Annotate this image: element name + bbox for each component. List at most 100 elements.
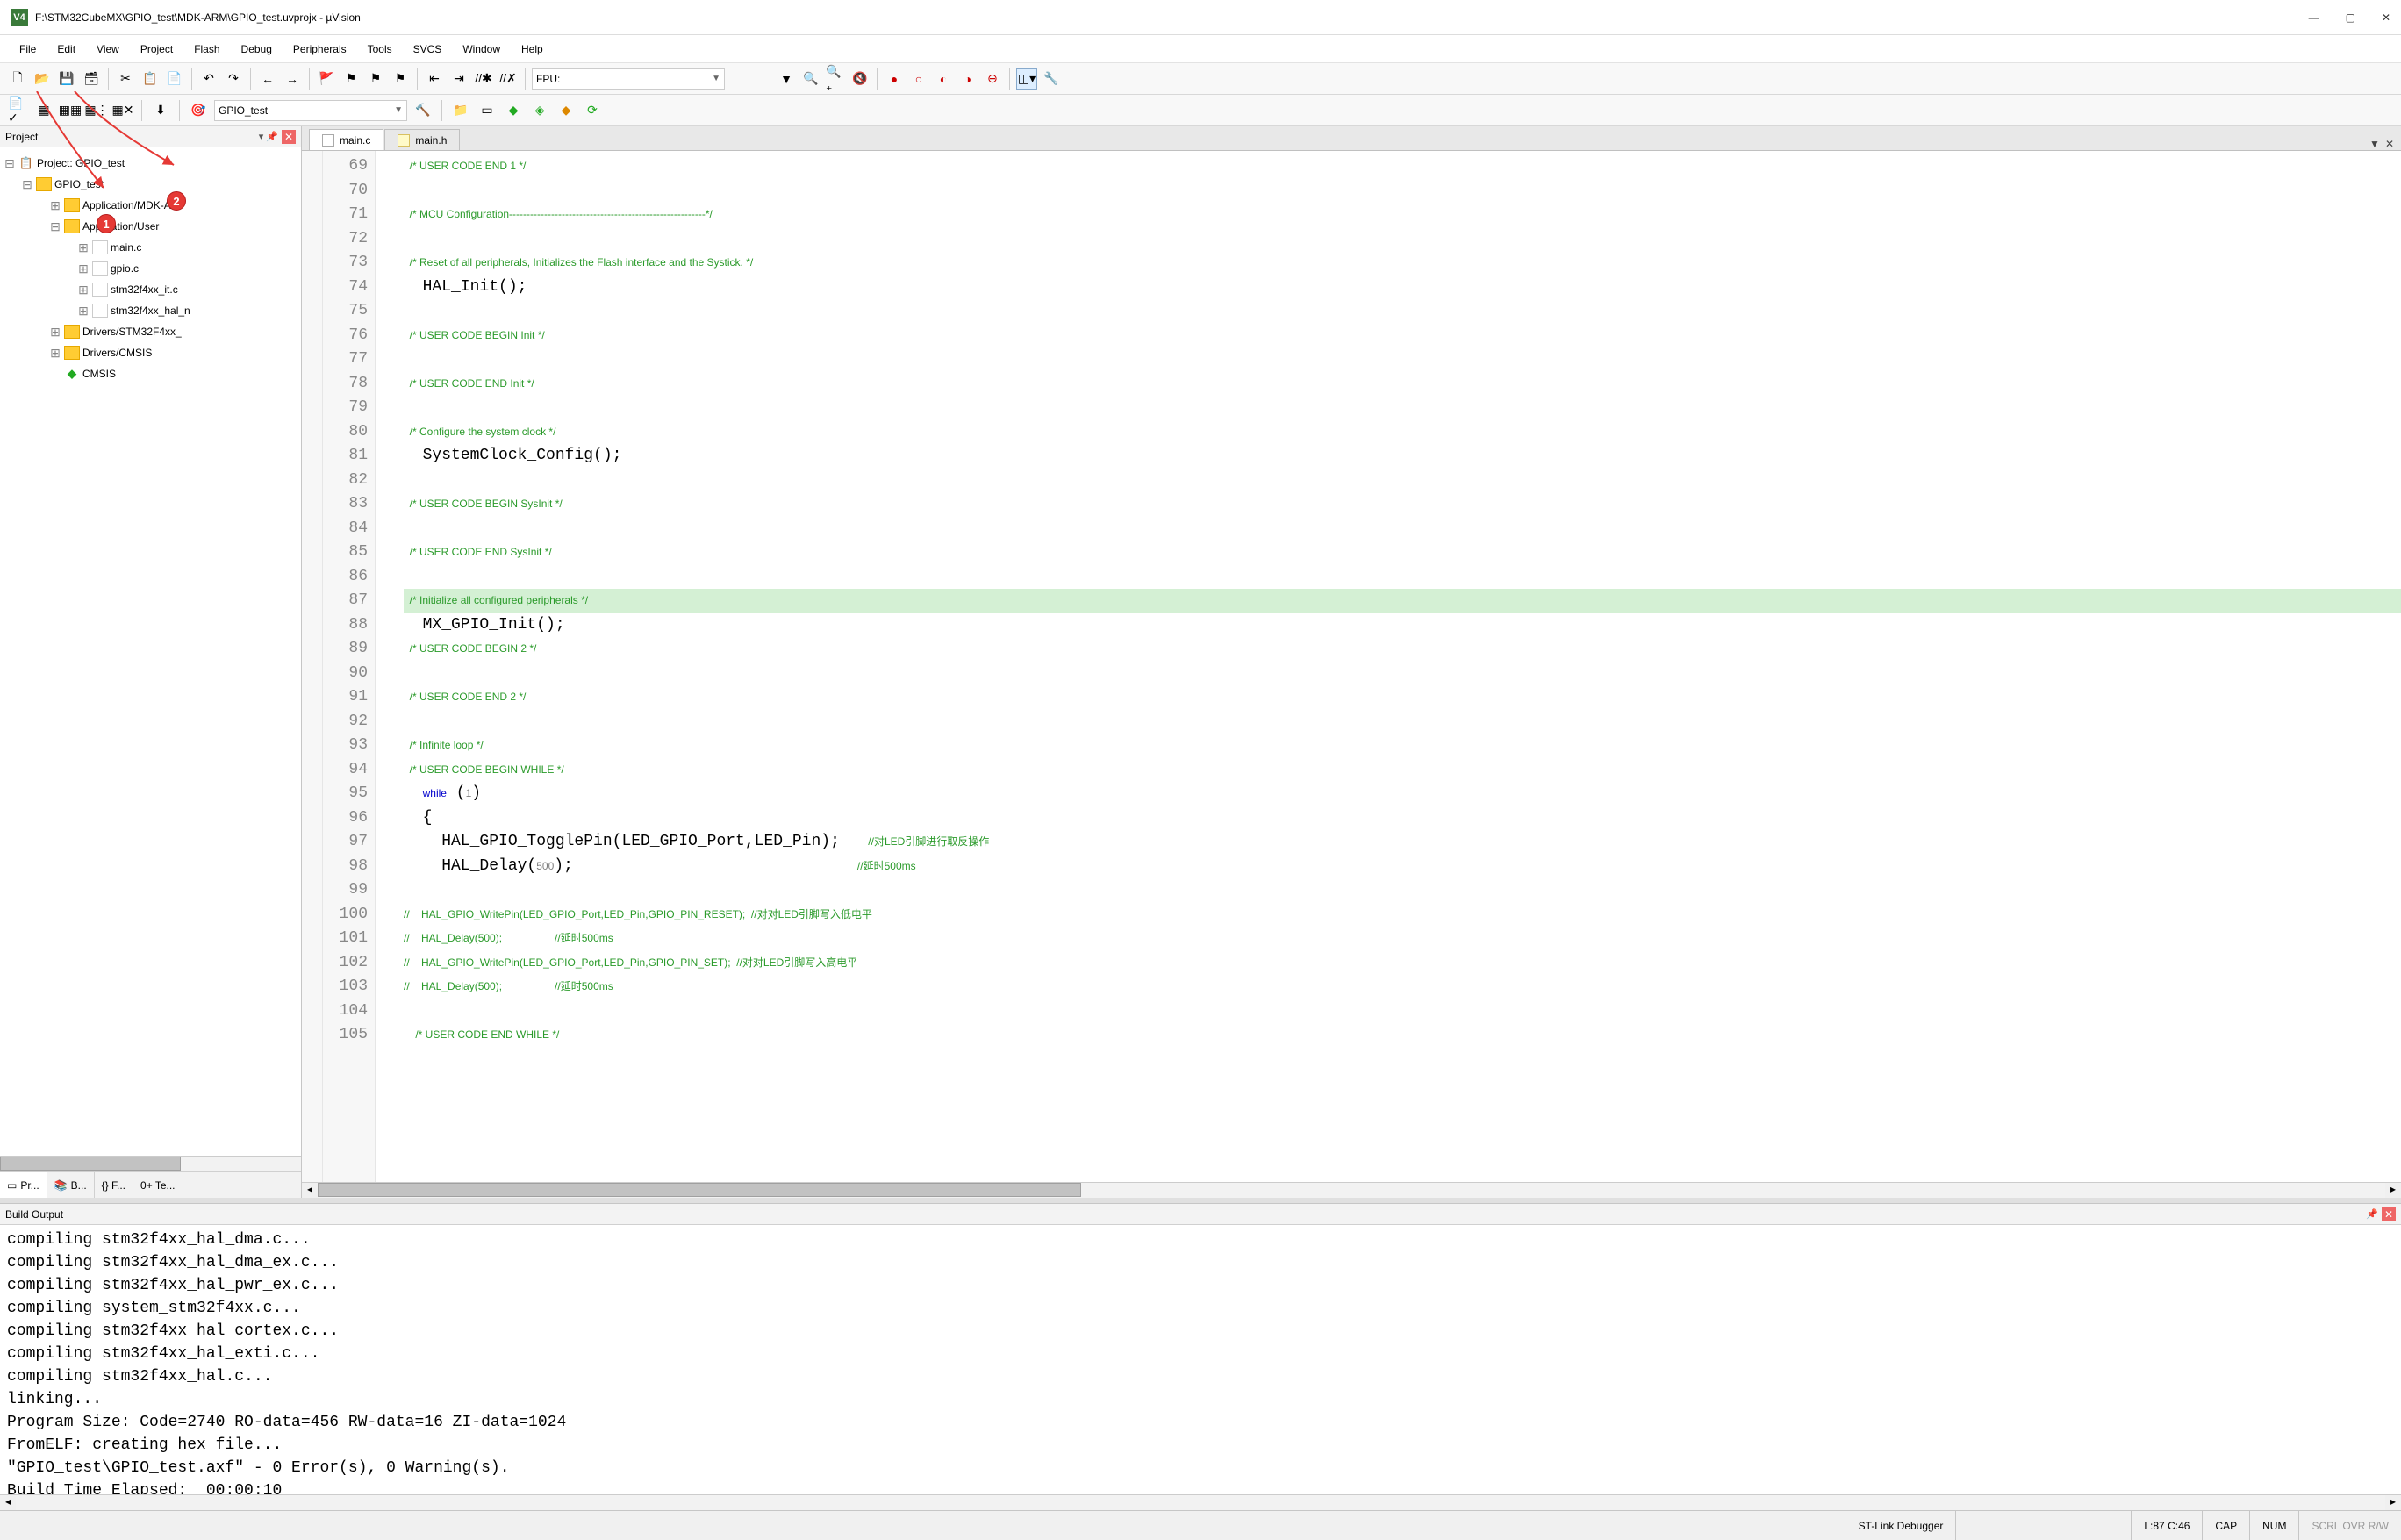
stop-build-btn[interactable]: ▦✕ [112, 100, 133, 121]
tab-list-btn[interactable]: ▼ [2369, 138, 2380, 150]
close-tab-btn[interactable]: ✕ [2385, 138, 2394, 150]
options-btn[interactable]: 🔨 [412, 100, 434, 121]
menu-flash[interactable]: Flash [185, 39, 228, 59]
close-pane-btn[interactable]: ✕ [282, 130, 296, 144]
target-options-btn[interactable]: 🎯 [188, 100, 209, 121]
twisty-icon[interactable]: ⊟ [4, 156, 16, 171]
twisty-icon[interactable]: ⊟ [21, 177, 33, 192]
menu-project[interactable]: Project [132, 39, 182, 59]
twisty-icon[interactable]: ⊞ [77, 240, 90, 255]
fpu-select[interactable]: FPU: ▼ [532, 68, 725, 90]
twisty-icon[interactable]: ⊞ [49, 198, 61, 213]
twisty-icon[interactable]: ⊞ [77, 304, 90, 319]
pin-icon[interactable]: ▾ 📌 [259, 131, 278, 142]
debug-start-btn[interactable]: ● [884, 68, 905, 90]
find-dropdown-btn[interactable]: ▼ [776, 68, 797, 90]
project-tab-functions[interactable]: {} F... [95, 1172, 133, 1198]
disable-bp-btn[interactable]: ◑ [957, 68, 978, 90]
build-btn[interactable]: ▦ [33, 100, 54, 121]
window-btn[interactable]: ◫▾ [1016, 68, 1037, 90]
insert-bp-btn[interactable]: ○ [908, 68, 929, 90]
copy-btn[interactable]: 📋 [140, 68, 161, 90]
menu-view[interactable]: View [88, 39, 128, 59]
pin-icon[interactable]: 📌 [2366, 1208, 2378, 1220]
menu-peripherals[interactable]: Peripherals [284, 39, 355, 59]
nav-back-btn[interactable]: ← [257, 68, 278, 90]
kill-bp-btn[interactable]: ⊖ [982, 68, 1003, 90]
batch-build-btn[interactable]: ▦⋮ [86, 100, 107, 121]
translate-btn[interactable]: 📄✓ [7, 100, 28, 121]
download-btn[interactable]: ⬇ [150, 100, 171, 121]
tree-group-mdk[interactable]: ⊞ Application/MDK-A [4, 195, 297, 216]
build-hscroll[interactable]: ◂▸ [0, 1494, 2401, 1510]
select-pack-btn[interactable]: ◈ [529, 100, 550, 121]
paste-btn[interactable]: 📄 [164, 68, 185, 90]
menu-edit[interactable]: Edit [48, 39, 84, 59]
nav-fwd-btn[interactable]: → [282, 68, 303, 90]
tree-group-drivers-stm[interactable]: ⊞ Drivers/STM32F4xx_ [4, 321, 297, 342]
pack-install-btn[interactable]: ◆ [555, 100, 577, 121]
tree-root[interactable]: ⊟ 📋 Project: GPIO_test [4, 153, 297, 174]
undo-btn[interactable]: ↶ [198, 68, 219, 90]
new-btn[interactable]: 🗋 [7, 68, 28, 90]
find-btn[interactable]: 🔍 [800, 68, 821, 90]
open-btn[interactable]: 📂 [32, 68, 53, 90]
menu-file[interactable]: File [11, 39, 45, 59]
fold-margin[interactable] [376, 151, 391, 1182]
maximize-button[interactable]: ▢ [2346, 11, 2355, 24]
tree-file-gpio[interactable]: ⊞ gpio.c [4, 258, 297, 279]
file-tab-main-h[interactable]: main.h [384, 129, 460, 150]
cut-btn[interactable]: ✂ [115, 68, 136, 90]
bookmark-prev-btn[interactable]: ⚑ [340, 68, 362, 90]
editor-hscroll[interactable]: ◂ ▸ [302, 1182, 2401, 1198]
project-tab-templates[interactable]: 0+ Te... [133, 1172, 183, 1198]
project-tab-books[interactable]: 📚B... [47, 1172, 95, 1198]
config-btn[interactable]: 🔧 [1041, 68, 1062, 90]
build-output-text[interactable]: compiling stm32f4xx_hal_dma.c... compili… [0, 1225, 2401, 1494]
twisty-icon[interactable]: ⊞ [77, 261, 90, 276]
bookmark-next-btn[interactable]: ⚑ [365, 68, 386, 90]
comment-btn[interactable]: //✱ [473, 68, 494, 90]
find-in-files-btn[interactable]: 🔍₊ [825, 68, 846, 90]
twisty-icon[interactable]: ⊟ [49, 219, 61, 234]
save-all-btn[interactable]: 🗃 [81, 68, 102, 90]
tree-file-haln[interactable]: ⊞ stm32f4xx_hal_n [4, 300, 297, 321]
bookmark-clear-btn[interactable]: ⚑ [390, 68, 411, 90]
bookmark-btn[interactable]: 🚩 [316, 68, 337, 90]
project-hscroll[interactable] [0, 1156, 301, 1171]
rebuild-btn[interactable]: ▦▦ [60, 100, 81, 121]
tree-target[interactable]: ⊟ GPIO_test [4, 174, 297, 195]
manage-btn[interactable]: ▭ [477, 100, 498, 121]
indent-right-btn[interactable]: ⇥ [448, 68, 469, 90]
minimize-button[interactable]: — [2309, 11, 2319, 24]
enable-bp-btn[interactable]: ◐ [933, 68, 954, 90]
save-btn[interactable]: 💾 [56, 68, 77, 90]
close-pane-btn[interactable]: ✕ [2382, 1207, 2396, 1221]
menu-debug[interactable]: Debug [233, 39, 281, 59]
menu-window[interactable]: Window [454, 39, 509, 59]
incremental-find-btn[interactable]: 🔇 [849, 68, 871, 90]
menu-svcs[interactable]: SVCS [405, 39, 451, 59]
reload-pack-btn[interactable]: ⟳ [582, 100, 603, 121]
close-button[interactable]: ✕ [2382, 11, 2390, 24]
tree-group-cmsis[interactable]: ⊞ ◆ CMSIS [4, 363, 297, 384]
tree-file-main[interactable]: ⊞ main.c [4, 237, 297, 258]
twisty-icon[interactable]: ⊞ [77, 283, 90, 297]
indent-left-btn[interactable]: ⇤ [424, 68, 445, 90]
file-ext-btn[interactable]: 📁 [450, 100, 471, 121]
redo-btn[interactable]: ↷ [223, 68, 244, 90]
twisty-icon[interactable]: ⊞ [49, 325, 61, 340]
marker-margin[interactable] [302, 151, 323, 1182]
project-tree[interactable]: ⊟ 📋 Project: GPIO_test ⊟ GPIO_test ⊞ App… [0, 147, 301, 1156]
menu-tools[interactable]: Tools [359, 39, 401, 59]
twisty-icon[interactable]: ⊞ [49, 346, 61, 361]
project-tab-project[interactable]: ▭Pr... [0, 1172, 47, 1198]
menu-help[interactable]: Help [512, 39, 552, 59]
uncomment-btn[interactable]: //✗ [498, 68, 519, 90]
tree-group-drivers-cmsis[interactable]: ⊞ Drivers/CMSIS [4, 342, 297, 363]
tree-file-it[interactable]: ⊞ stm32f4xx_it.c [4, 279, 297, 300]
file-tab-main-c[interactable]: main.c [309, 129, 383, 150]
code-editor[interactable]: /* USER CODE END 1 */ /* MCU Configurati… [391, 151, 2401, 1182]
manage-rte-btn[interactable]: ◆ [503, 100, 524, 121]
target-select[interactable]: GPIO_test ▼ [214, 100, 407, 121]
